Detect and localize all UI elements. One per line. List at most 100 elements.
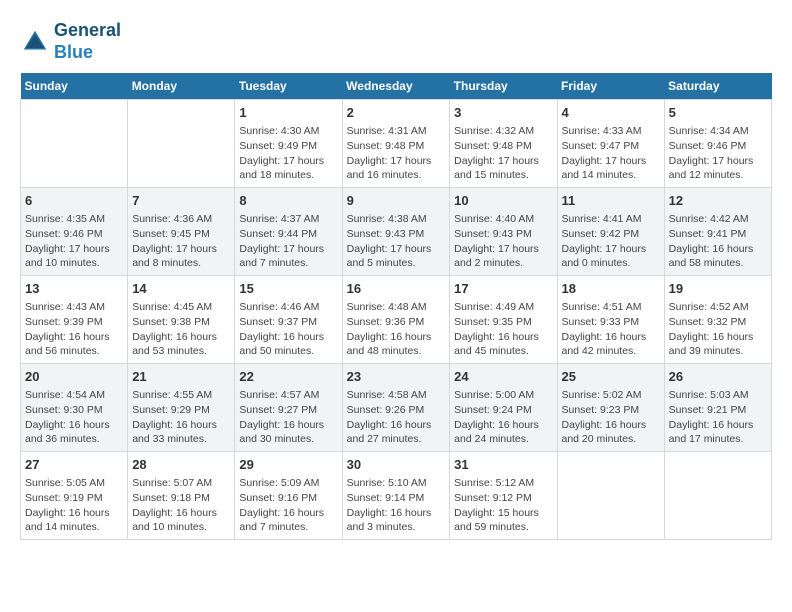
cell-content: Sunrise: 4:49 AM Sunset: 9:35 PM Dayligh… [454, 300, 552, 359]
calendar-body: 1 Sunrise: 4:30 AM Sunset: 9:49 PM Daylig… [21, 100, 772, 540]
day-number: 24 [454, 368, 552, 386]
calendar-cell [557, 451, 664, 539]
calendar-cell: 22Sunrise: 4:57 AM Sunset: 9:27 PM Dayli… [235, 364, 342, 452]
cell-content: Sunrise: 5:12 AM Sunset: 9:12 PM Dayligh… [454, 476, 552, 535]
day-header-friday: Friday [557, 73, 664, 100]
calendar-cell: 8Sunrise: 4:37 AM Sunset: 9:44 PM Daylig… [235, 188, 342, 276]
calendar-cell: 11 Sunrise: 4:41 AM Sunset: 9:42 PM Dayli… [557, 188, 664, 276]
cell-content: Sunrise: 5:03 AM Sunset: 9:21 PM Dayligh… [669, 388, 767, 447]
calendar-cell: 16 Sunrise: 4:48 AM Sunset: 9:36 PM Dayli… [342, 276, 450, 364]
cell-content: Sunrise: 4:46 AM Sunset: 9:37 PM Dayligh… [239, 300, 337, 359]
calendar-cell [664, 451, 771, 539]
day-number: 18 [562, 280, 660, 298]
calendar-cell [128, 100, 235, 188]
cell-content: Sunrise: 4:36 AM Sunset: 9:45 PM Dayligh… [132, 212, 230, 271]
calendar-cell: 24 Sunrise: 5:00 AM Sunset: 9:24 PM Dayli… [450, 364, 557, 452]
cell-content: Sunrise: 4:40 AM Sunset: 9:43 PM Dayligh… [454, 212, 552, 271]
day-header-thursday: Thursday [450, 73, 557, 100]
calendar-cell: 20 Sunrise: 4:54 AM Sunset: 9:30 PM Dayli… [21, 364, 128, 452]
day-number: 31 [454, 456, 552, 474]
calendar-cell: 23 Sunrise: 4:58 AM Sunset: 9:26 PM Dayli… [342, 364, 450, 452]
calendar-cell: 29Sunrise: 5:09 AM Sunset: 9:16 PM Dayli… [235, 451, 342, 539]
calendar-cell: 6 Sunrise: 4:35 AM Sunset: 9:46 PM Daylig… [21, 188, 128, 276]
day-number: 25 [562, 368, 660, 386]
header-row: SundayMondayTuesdayWednesdayThursdayFrid… [21, 73, 772, 100]
day-header-monday: Monday [128, 73, 235, 100]
calendar-cell: 26 Sunrise: 5:03 AM Sunset: 9:21 PM Dayli… [664, 364, 771, 452]
day-number: 1 [239, 104, 337, 122]
day-number: 29 [239, 456, 337, 474]
cell-content: Sunrise: 4:52 AM Sunset: 9:32 PM Dayligh… [669, 300, 767, 359]
day-number: 11 [562, 192, 660, 210]
day-number: 4 [562, 104, 660, 122]
day-number: 22 [239, 368, 337, 386]
cell-content: Sunrise: 4:32 AM Sunset: 9:48 PM Dayligh… [454, 124, 552, 183]
day-number: 26 [669, 368, 767, 386]
day-number: 17 [454, 280, 552, 298]
calendar-cell: 4 Sunrise: 4:33 AM Sunset: 9:47 PM Daylig… [557, 100, 664, 188]
cell-content: Sunrise: 4:45 AM Sunset: 9:38 PM Dayligh… [132, 300, 230, 359]
calendar-table: SundayMondayTuesdayWednesdayThursdayFrid… [20, 73, 772, 540]
calendar-week-3: 13 Sunrise: 4:43 AM Sunset: 9:39 PM Dayli… [21, 276, 772, 364]
day-number: 19 [669, 280, 767, 298]
day-number: 16 [347, 280, 446, 298]
cell-content: Sunrise: 4:55 AM Sunset: 9:29 PM Dayligh… [132, 388, 230, 447]
calendar-cell: 3 Sunrise: 4:32 AM Sunset: 9:48 PM Daylig… [450, 100, 557, 188]
day-header-saturday: Saturday [664, 73, 771, 100]
day-number: 7 [132, 192, 230, 210]
page-header: General Blue [20, 20, 772, 63]
day-number: 30 [347, 456, 446, 474]
day-number: 23 [347, 368, 446, 386]
calendar-cell: 5 Sunrise: 4:34 AM Sunset: 9:46 PM Daylig… [664, 100, 771, 188]
cell-content: Sunrise: 4:48 AM Sunset: 9:36 PM Dayligh… [347, 300, 446, 359]
calendar-week-2: 6 Sunrise: 4:35 AM Sunset: 9:46 PM Daylig… [21, 188, 772, 276]
cell-content: Sunrise: 5:00 AM Sunset: 9:24 PM Dayligh… [454, 388, 552, 447]
cell-content: Sunrise: 4:51 AM Sunset: 9:33 PM Dayligh… [562, 300, 660, 359]
calendar-cell: 2 Sunrise: 4:31 AM Sunset: 9:48 PM Daylig… [342, 100, 450, 188]
calendar-cell: 14Sunrise: 4:45 AM Sunset: 9:38 PM Dayli… [128, 276, 235, 364]
calendar-cell: 10 Sunrise: 4:40 AM Sunset: 9:43 PM Dayli… [450, 188, 557, 276]
calendar-week-5: 27 Sunrise: 5:05 AM Sunset: 9:19 PM Dayli… [21, 451, 772, 539]
calendar-week-4: 20 Sunrise: 4:54 AM Sunset: 9:30 PM Dayli… [21, 364, 772, 452]
cell-content: Sunrise: 4:38 AM Sunset: 9:43 PM Dayligh… [347, 212, 446, 271]
day-number: 10 [454, 192, 552, 210]
calendar-cell: 31 Sunrise: 5:12 AM Sunset: 9:12 PM Dayli… [450, 451, 557, 539]
day-number: 2 [347, 104, 446, 122]
cell-content: Sunrise: 4:33 AM Sunset: 9:47 PM Dayligh… [562, 124, 660, 183]
calendar-cell: 9 Sunrise: 4:38 AM Sunset: 9:43 PM Daylig… [342, 188, 450, 276]
cell-content: Sunrise: 5:07 AM Sunset: 9:18 PM Dayligh… [132, 476, 230, 535]
cell-content: Sunrise: 5:05 AM Sunset: 9:19 PM Dayligh… [25, 476, 123, 535]
calendar-cell: 25Sunrise: 5:02 AM Sunset: 9:23 PM Dayli… [557, 364, 664, 452]
day-number: 20 [25, 368, 123, 386]
day-number: 12 [669, 192, 767, 210]
cell-content: Sunrise: 5:10 AM Sunset: 9:14 PM Dayligh… [347, 476, 446, 535]
day-number: 27 [25, 456, 123, 474]
day-number: 13 [25, 280, 123, 298]
cell-content: Sunrise: 4:30 AM Sunset: 9:49 PM Dayligh… [239, 124, 337, 183]
calendar-cell: 18 Sunrise: 4:51 AM Sunset: 9:33 PM Dayli… [557, 276, 664, 364]
calendar-cell: 30 Sunrise: 5:10 AM Sunset: 9:14 PM Dayli… [342, 451, 450, 539]
calendar-cell: 17 Sunrise: 4:49 AM Sunset: 9:35 PM Dayli… [450, 276, 557, 364]
calendar-week-1: 1 Sunrise: 4:30 AM Sunset: 9:49 PM Daylig… [21, 100, 772, 188]
day-number: 3 [454, 104, 552, 122]
cell-content: Sunrise: 4:34 AM Sunset: 9:46 PM Dayligh… [669, 124, 767, 183]
cell-content: Sunrise: 4:43 AM Sunset: 9:39 PM Dayligh… [25, 300, 123, 359]
day-number: 9 [347, 192, 446, 210]
day-header-sunday: Sunday [21, 73, 128, 100]
calendar-cell: 21Sunrise: 4:55 AM Sunset: 9:29 PM Dayli… [128, 364, 235, 452]
logo-icon [20, 27, 50, 57]
day-number: 6 [25, 192, 123, 210]
day-number: 5 [669, 104, 767, 122]
day-header-tuesday: Tuesday [235, 73, 342, 100]
calendar-cell: 7 Sunrise: 4:36 AM Sunset: 9:45 PM Daylig… [128, 188, 235, 276]
calendar-cell: 27 Sunrise: 5:05 AM Sunset: 9:19 PM Dayli… [21, 451, 128, 539]
cell-content: Sunrise: 4:54 AM Sunset: 9:30 PM Dayligh… [25, 388, 123, 447]
cell-content: Sunrise: 4:58 AM Sunset: 9:26 PM Dayligh… [347, 388, 446, 447]
day-number: 15 [239, 280, 337, 298]
calendar-cell: 13 Sunrise: 4:43 AM Sunset: 9:39 PM Dayli… [21, 276, 128, 364]
cell-content: Sunrise: 4:41 AM Sunset: 9:42 PM Dayligh… [562, 212, 660, 271]
cell-content: Sunrise: 4:35 AM Sunset: 9:46 PM Dayligh… [25, 212, 123, 271]
calendar-cell [21, 100, 128, 188]
cell-content: Sunrise: 4:31 AM Sunset: 9:48 PM Dayligh… [347, 124, 446, 183]
calendar-header: SundayMondayTuesdayWednesdayThursdayFrid… [21, 73, 772, 100]
